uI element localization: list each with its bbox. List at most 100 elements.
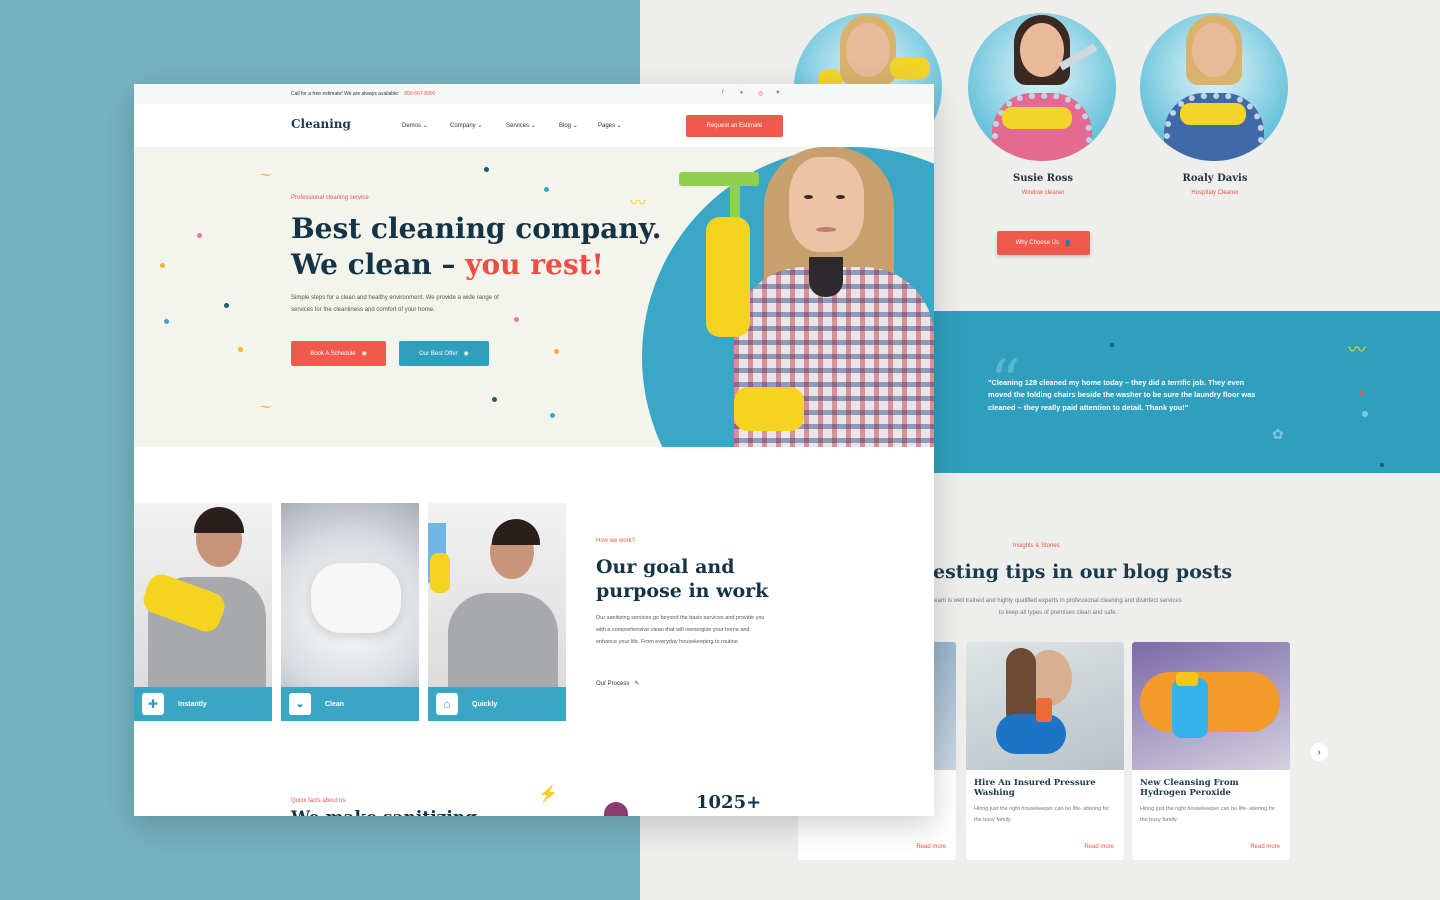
nav-pages[interactable]: Pages ⌄ (598, 122, 622, 129)
swirl-icon: ~ (260, 397, 271, 417)
hero-heading-line1: Best cleaning company. (291, 212, 662, 245)
pinterest-icon[interactable]: ♥ (776, 90, 780, 96)
chevron-down-icon: ⌄ (572, 123, 578, 129)
blog-post-excerpt: Hiring just the right housekeeper can be… (1140, 806, 1276, 823)
blog-card[interactable]: Hire An Insured Pressure Washing Hiring … (966, 642, 1124, 860)
hero-heading-accent: you rest! (465, 248, 604, 281)
instagram-icon[interactable]: ◎ (758, 90, 763, 97)
blog-post-title: New Cleansing From Hydrogen Peroxide (1140, 778, 1239, 798)
blog-image (966, 642, 1124, 770)
nav-demos[interactable]: Demos ⌄ (402, 122, 428, 129)
nav-label: Services (506, 123, 530, 129)
button-label: Our Best Offer (419, 350, 458, 357)
blog-eyebrow: Insights & Stories (1013, 543, 1060, 549)
squeegee-icon (679, 172, 759, 186)
topbar-message: Call for a free estimate! We are always … (291, 91, 435, 97)
best-offer-button[interactable]: Our Best Offer ◉ (399, 341, 489, 366)
feature-photo (428, 503, 566, 693)
feature-label: Quickly (472, 700, 498, 708)
feature-label: Instantly (178, 700, 207, 708)
squiggle-icon: 〰 (1348, 340, 1366, 360)
link-label: Our Process (596, 681, 630, 687)
blog-image (1132, 642, 1290, 770)
member-role: Window cleaner (1021, 190, 1065, 196)
twitter-icon[interactable]: ♦ (740, 90, 743, 96)
our-process-link[interactable]: Our Process ✎ (596, 680, 639, 687)
facts-title: We make sanitizing (291, 808, 477, 816)
testimonial-text: "Cleaning 128 cleaned my home today – th… (988, 378, 1256, 412)
squiggle-icon: 〰 (630, 195, 647, 212)
hero-description: Simple steps for a clean and healthy env… (291, 295, 499, 313)
feature-card-clean[interactable]: ◒ Clean (281, 503, 419, 721)
iron-icon: ⌂ (436, 693, 458, 715)
blog-title: esting tips in our blog posts (933, 561, 1233, 583)
feature-card-quickly[interactable]: ⌂ Quickly (428, 503, 566, 721)
eye-icon: ◉ (463, 351, 469, 357)
member-name: Susie Ross (1012, 173, 1073, 184)
user-plus-icon: 👤 (1063, 240, 1072, 247)
clock-icon: ◉ (361, 351, 367, 357)
team-photo (968, 13, 1116, 161)
member-name: Roaly Davis (1182, 173, 1248, 184)
swirl-icon: ~ (260, 165, 271, 185)
spray-bottle-icon: ⚡ (538, 786, 558, 803)
website-page: Call for a free estimate! We are always … (134, 84, 934, 816)
nav-blog[interactable]: Blog ⌄ (559, 122, 578, 129)
button-label: Book A Schedule (310, 350, 356, 357)
logo[interactable]: Cleaning (291, 117, 351, 131)
team-photo (1140, 13, 1288, 161)
feature-photo (281, 503, 419, 687)
read-more-link[interactable]: Read more (1084, 844, 1114, 850)
carousel-next-button[interactable]: › (1310, 743, 1328, 761)
why-choose-us-label: Why Choose Us (1015, 240, 1059, 246)
how-title: Our goal and purpose in work (596, 556, 769, 602)
facts-eyebrow: Quick facts about us (291, 798, 346, 804)
navbar: Cleaning Demos ⌄ Company ⌄ Services ⌄ Bl… (134, 104, 934, 147)
facts-counter: 1025+ (696, 792, 762, 813)
soap-icon: ◒ (289, 693, 311, 715)
nav-label: Pages (598, 123, 616, 129)
read-more-link[interactable]: Read more (916, 844, 946, 850)
illustration-icon (604, 802, 628, 816)
top-bar: Call for a free estimate! We are always … (134, 84, 934, 104)
why-choose-us-button[interactable]: Why Choose Us 👤 (997, 231, 1090, 255)
book-schedule-button[interactable]: Book A Schedule ◉ (291, 341, 386, 366)
nav-services[interactable]: Services ⌄ (506, 122, 536, 129)
chevron-down-icon: ⌄ (477, 123, 483, 129)
feature-bar: ✚ Instantly (134, 687, 272, 721)
spray-icon: ✚ (142, 693, 164, 715)
hero-heading-line2: We clean – (291, 248, 466, 281)
feature-bar: ⌂ Quickly (428, 687, 566, 721)
nav-label: Blog (559, 123, 572, 129)
topbar-text: Call for a free estimate! We are always … (291, 91, 400, 97)
chevron-right-icon: › (1317, 746, 1321, 758)
blog-card[interactable]: New Cleansing From Hydrogen Peroxide Hir… (1132, 642, 1290, 860)
facebook-icon[interactable]: f (722, 90, 724, 96)
feature-photo (134, 503, 272, 687)
blog-post-excerpt: Hiring just the right housekeeper can be… (974, 806, 1110, 823)
phone-link[interactable]: 800-567-8990 (404, 91, 435, 97)
member-role: Hospitaly Cleaner (1191, 190, 1239, 196)
team-member-2: Susie Ross Window cleaner (968, 13, 1118, 196)
pencil-icon: ✎ (634, 681, 640, 687)
chevron-down-icon: ⌄ (530, 123, 536, 129)
nav-label: Demos (402, 123, 422, 129)
flower-icon: ✿ (1272, 426, 1284, 442)
nav-label: Company (450, 123, 476, 129)
request-estimate-button[interactable]: Request an Estimate (686, 115, 783, 137)
feature-card-instantly[interactable]: ✚ Instantly (134, 503, 272, 721)
read-more-link[interactable]: Read more (1250, 844, 1280, 850)
blog-post-title: Hire An Insured Pressure Washing (974, 778, 1096, 798)
feature-bar: ◒ Clean (281, 687, 419, 721)
hero-section: ~ 〰 ~ Professional cleaning service Best… (134, 147, 934, 447)
nav-company[interactable]: Company ⌄ (450, 122, 482, 129)
team-member-3: Roaly Davis Hospitaly Cleaner (1140, 13, 1290, 196)
how-text: Our sanitizing services go beyond the ba… (596, 615, 765, 645)
hero-heading: Best cleaning company. We clean – you re… (291, 211, 661, 283)
blog-subtitle: eam is well trained and highly qualified… (934, 598, 1182, 616)
how-eyebrow: How we work? (596, 538, 636, 544)
chevron-down-icon: ⌄ (616, 123, 622, 129)
chevron-down-icon: ⌄ (422, 123, 428, 129)
hero-eyebrow: Professional cleaning service (291, 195, 369, 201)
feature-label: Clean (325, 700, 345, 708)
